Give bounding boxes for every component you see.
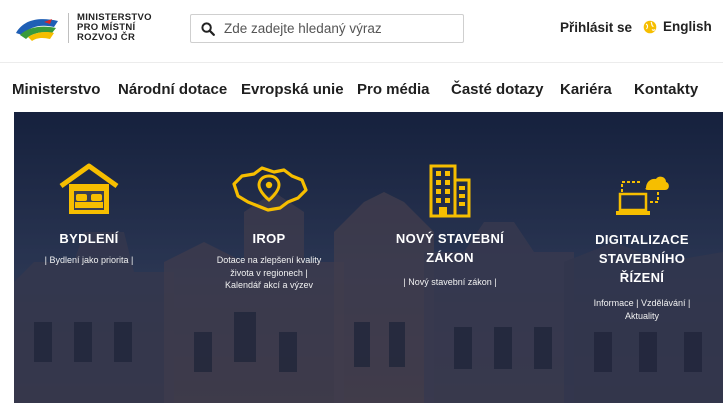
laptop-cloud-icon <box>616 176 669 215</box>
nav-item-kariera[interactable]: Kariéra <box>560 81 612 98</box>
tile-link-line[interactable]: Dotace na zlepšení kvality <box>197 254 341 267</box>
logo-line-3: ROZVOJ ČR <box>77 32 136 43</box>
tile-link-line[interactable]: Aktuality <box>569 310 715 323</box>
nav-item-ministerstvo[interactable]: Ministerstvo <box>12 81 100 98</box>
tile-title-line: NOVÝ STAVEBNÍ <box>395 231 505 246</box>
main-navigation: Ministerstvo Národní dotace Evropská uni… <box>0 62 723 112</box>
tile-links: Dotace na zlepšení kvality života v regi… <box>197 254 341 292</box>
tile-title-line: ŘÍZENÍ <box>619 270 665 285</box>
house-bed-icon <box>59 163 119 214</box>
search-box[interactable] <box>190 14 464 43</box>
tile-title: BYDLENÍ <box>59 231 119 246</box>
tile-irop[interactable]: IROP Dotace na zlepšení kvality života v… <box>197 162 341 292</box>
tile-title-line: STAVEBNÍHO <box>598 251 686 266</box>
tile-title: NOVÝ STAVEBNÍ ZÁKON <box>374 229 526 267</box>
tile-novy-stavebni-zakon[interactable]: NOVÝ STAVEBNÍ ZÁKON | Nový stavební záko… <box>374 162 526 289</box>
login-link[interactable]: Přihlásit se <box>560 20 632 35</box>
tile-link-line[interactable]: života v regionech | <box>197 267 341 280</box>
ministry-logo[interactable]: MINISTERSTVO PRO MÍSTNÍ ROZVOJ ČR <box>14 11 152 45</box>
logo-emblem-icon <box>16 19 58 41</box>
tile-link-line[interactable]: | Nový stavební zákon | <box>374 276 526 289</box>
tile-digitalizace-stavebniho-rizeni[interactable]: DIGITALIZACE STAVEBNÍHO ŘÍZENÍ Informace… <box>569 174 715 322</box>
nav-item-evropska-unie[interactable]: Evropská unie <box>241 81 344 98</box>
nav-item-narodni-dotace[interactable]: Národní dotace <box>118 81 227 98</box>
language-switch[interactable]: English <box>643 19 712 34</box>
tile-title: IROP <box>252 231 286 246</box>
search-input[interactable] <box>224 21 454 36</box>
tile-title-line: DIGITALIZACE <box>595 232 689 247</box>
czech-map-pin-icon <box>232 166 308 212</box>
tile-link-line[interactable]: Kalendář akcí a výzev <box>197 279 341 292</box>
search-icon[interactable] <box>201 21 215 36</box>
hero-banner: BYDLENÍ | Bydlení jako priorita | IROP D… <box>14 112 723 403</box>
tile-links: | Bydlení jako priorita | <box>18 254 160 267</box>
tile-title-line: ZÁKON <box>426 250 474 265</box>
tile-link-line[interactable]: | Bydlení jako priorita | <box>18 254 160 267</box>
logo-divider <box>68 13 69 43</box>
tile-links: Informace | Vzdělávání | Aktuality <box>569 297 715 322</box>
site-header: MINISTERSTVO PRO MÍSTNÍ ROZVOJ ČR Přihlá… <box>0 0 723 62</box>
logo-text: MINISTERSTVO PRO MÍSTNÍ ROZVOJ ČR <box>77 13 152 43</box>
nav-item-caste-dotazy[interactable]: Časté dotazy <box>451 81 544 98</box>
building-icon <box>429 164 471 218</box>
tile-links: | Nový stavební zákon | <box>374 276 526 289</box>
globe-icon <box>643 20 657 33</box>
tile-bydleni[interactable]: BYDLENÍ | Bydlení jako priorita | <box>18 162 160 267</box>
nav-item-kontakty[interactable]: Kontakty <box>634 81 698 98</box>
nav-item-pro-media[interactable]: Pro média <box>357 81 430 98</box>
language-label: English <box>663 19 712 34</box>
tile-link-line[interactable]: Informace | Vzdělávání | <box>569 297 715 310</box>
tile-title: DIGITALIZACE STAVEBNÍHO ŘÍZENÍ <box>569 230 715 287</box>
